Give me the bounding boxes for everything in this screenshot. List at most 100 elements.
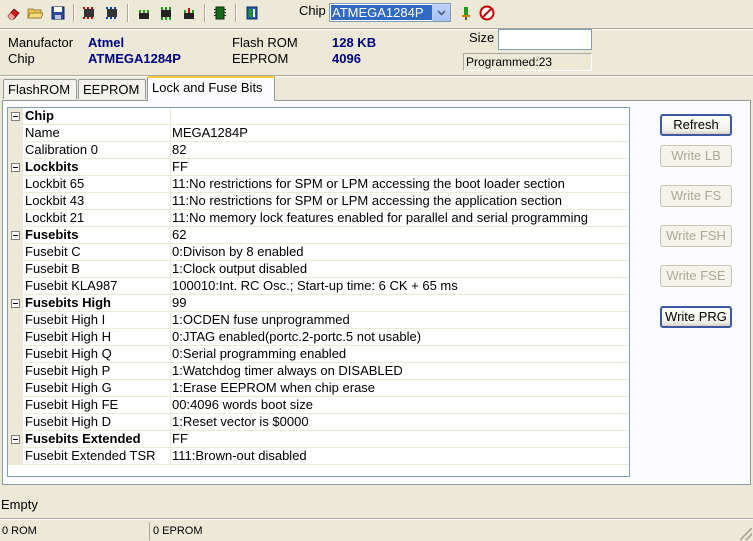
size-input[interactable] [498, 29, 592, 50]
grid-property-value[interactable]: MEGA1284P [172, 125, 627, 141]
tab-eeprom[interactable]: EEPROM [78, 79, 146, 99]
grid-column-divider [170, 397, 171, 414]
grid-property-value[interactable]: 0:Divison by 8 enabled [172, 244, 627, 260]
grid-column-divider [170, 295, 171, 312]
grid-property-value[interactable]: 1:Watchdog timer always on DISABLED [172, 363, 627, 379]
chip-dropdown[interactable]: ATMEGA1284P [329, 3, 451, 22]
collapse-icon[interactable] [11, 299, 20, 308]
write-fsh-button[interactable]: Write FSH [660, 225, 732, 247]
write-fse-button[interactable]: Write FSE [660, 265, 732, 287]
lock-icon[interactable] [180, 4, 198, 22]
grid-property-row[interactable]: Lockbit 65 11:No restrictions for SPM or … [8, 176, 629, 193]
grid-property-value[interactable]: 11:No restrictions for SPM or LPM access… [172, 193, 627, 209]
grid-property-value[interactable]: 1:Clock output disabled [172, 261, 627, 277]
grid-property-value[interactable]: 100010:Int. RC Osc.; Start-up time: 6 CK… [172, 278, 627, 294]
chevron-down-icon[interactable] [432, 4, 450, 21]
verify-icon[interactable] [135, 4, 153, 22]
stop-icon[interactable] [478, 4, 496, 22]
grid-property-name: Lockbit 21 [25, 210, 85, 225]
grid-property-row[interactable]: Fusebit C 0:Divison by 8 enabled [8, 244, 629, 261]
grid-property-value[interactable]: 99 [172, 295, 627, 311]
grid-category-row[interactable]: Chip [8, 108, 629, 125]
grid-column-divider [170, 431, 171, 448]
chip-icon[interactable] [211, 4, 229, 22]
grid-category-row[interactable]: Fusebits 62 [8, 227, 629, 244]
save-icon[interactable] [49, 4, 67, 22]
grid-category-row[interactable]: Fusebits Extended FF [8, 431, 629, 448]
grid-column-divider [170, 210, 171, 227]
grid-property-value[interactable]: 82 [172, 142, 627, 158]
tab-flashrom[interactable]: FlashROM [3, 79, 77, 99]
grid-property-row[interactable]: Fusebit High FE 00:4096 words boot size [8, 397, 629, 414]
grid-property-name: Fusebit KLA987 [25, 278, 118, 293]
grid-property-value[interactable]: 11:No restrictions for SPM or LPM access… [172, 176, 627, 192]
refresh-button[interactable]: Refresh [660, 114, 732, 136]
grid-property-value[interactable]: 1:Reset vector is $0000 [172, 414, 627, 430]
collapse-icon[interactable] [11, 231, 20, 240]
grid-property-row[interactable]: Fusebit High I 1:OCDEN fuse unprogrammed [8, 312, 629, 329]
write-fs-button[interactable]: Write FS [660, 185, 732, 207]
write-lb-button[interactable]: Write LB [660, 145, 732, 167]
grid-property-name: Fusebit High D [25, 414, 111, 429]
grid-property-value[interactable]: 00:4096 words boot size [172, 397, 627, 413]
grid-column-divider [170, 346, 171, 363]
grid-property-name: Fusebit High P [25, 363, 111, 378]
programmed-count: Programmed:23 [463, 53, 592, 71]
info-divider [0, 75, 753, 77]
grid-column-divider [170, 414, 171, 431]
tab-lock-and-fuse-bits[interactable]: Lock and Fuse Bits [147, 76, 275, 101]
eeprom-label: EEPROM [232, 51, 289, 66]
grid-property-row[interactable]: Calibration 0 82 [8, 142, 629, 159]
grid-property-row[interactable]: Fusebit High Q 0:Serial programming enabl… [8, 346, 629, 363]
grid-property-name: Lockbit 43 [25, 193, 85, 208]
grid-property-row[interactable]: Fusebit High H 0:JTAG enabled(portc.2-por… [8, 329, 629, 346]
grid-column-divider [170, 380, 171, 397]
grid-property-name: Fusebits [25, 227, 79, 242]
read-chip-icon[interactable] [80, 4, 98, 22]
grid-property-value[interactable]: 0:JTAG enabled(portc.2-portc.5 not usabl… [172, 329, 627, 345]
grid-property-row[interactable]: Fusebit KLA987 100010:Int. RC Osc.; Start… [8, 278, 629, 295]
grid-column-divider [170, 159, 171, 176]
eraser-icon[interactable] [4, 4, 22, 22]
write-prg-button[interactable]: Write PRG [660, 306, 732, 328]
grid-property-value[interactable]: FF [172, 159, 627, 175]
grid-column-divider [170, 329, 171, 346]
grid-property-row[interactable]: Fusebit High G 1:Erase EEPROM when chip e… [8, 380, 629, 397]
grid-property-row[interactable]: Lockbit 21 11:No memory lock features ena… [8, 210, 629, 227]
grid-category-row[interactable]: Lockbits FF [8, 159, 629, 176]
settings-icon[interactable] [243, 4, 261, 22]
grid-property-row[interactable]: Fusebit Extended TSR 111:Brown-out disabl… [8, 448, 629, 465]
grid-property-row[interactable]: Lockbit 43 11:No restrictions for SPM or … [8, 193, 629, 210]
grid-property-row[interactable]: Name MEGA1284P [8, 125, 629, 142]
grid-column-divider [170, 448, 171, 465]
grid-gutter [8, 346, 23, 363]
write-chip-icon[interactable] [103, 4, 121, 22]
collapse-icon[interactable] [11, 163, 20, 172]
grid-property-value[interactable]: 1:Erase EEPROM when chip erase [172, 380, 627, 396]
grid-property-value[interactable]: 1:OCDEN fuse unprogrammed [172, 312, 627, 328]
grid-category-row[interactable]: Fusebits High 99 [8, 295, 629, 312]
collapse-icon[interactable] [11, 112, 20, 121]
collapse-icon[interactable] [11, 435, 20, 444]
resize-grip-icon[interactable] [740, 528, 752, 540]
grid-gutter [8, 125, 23, 142]
grid-property-row[interactable]: Fusebit B 1:Clock output disabled [8, 261, 629, 278]
manufacturer-label: Manufactor [8, 35, 74, 50]
grid-property-value[interactable]: 111:Brown-out disabled [172, 448, 627, 464]
grid-property-row[interactable]: Fusebit High P 1:Watchdog timer always on… [8, 363, 629, 380]
open-folder-icon[interactable] [26, 4, 44, 22]
grid-property-value[interactable]: 11:No memory lock features enabled for p… [172, 210, 627, 226]
grid-column-divider [170, 108, 171, 125]
grid-property-row[interactable]: Fusebit High D 1:Reset vector is $0000 [8, 414, 629, 431]
grid-property-value[interactable] [172, 108, 627, 124]
grid-gutter [8, 397, 23, 414]
connect-icon[interactable] [457, 4, 475, 22]
grid-property-value[interactable]: 62 [172, 227, 627, 243]
grid-gutter [8, 414, 23, 431]
grid-gutter [8, 363, 23, 380]
compare-icon[interactable] [157, 4, 175, 22]
grid-gutter [8, 176, 23, 193]
grid-property-value[interactable]: 0:Serial programming enabled [172, 346, 627, 362]
grid-gutter [8, 380, 23, 397]
grid-property-value[interactable]: FF [172, 431, 627, 447]
